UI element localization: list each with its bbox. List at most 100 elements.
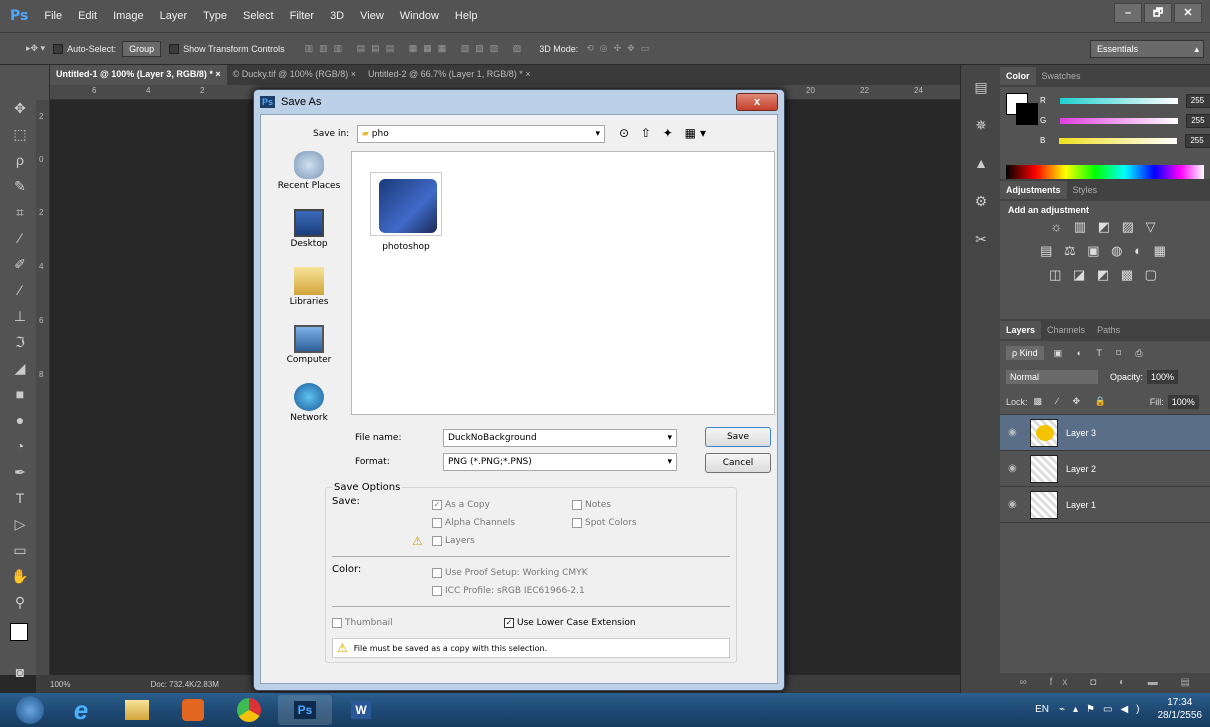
adjustment-icons-row-1[interactable]: ☼ ▥ ◩ ▨ ▽ [1008, 215, 1202, 239]
tab-paths[interactable]: Paths [1091, 321, 1126, 339]
3d-mode-icons[interactable]: ⟲◎✣✥▭ [586, 43, 655, 54]
icc-profile-checkbox[interactable]: ICC Profile: sRGB IEC61966-2.1 [432, 586, 585, 596]
clock[interactable]: 17:34 28/1/2556 [1158, 696, 1203, 722]
move-tool-icon[interactable]: ✥ [8, 97, 32, 119]
workspace-select[interactable]: Essentials ▴ [1090, 40, 1204, 58]
place-network[interactable]: Network [269, 383, 349, 441]
clone-stamp-icon[interactable]: ⊥ [8, 305, 32, 327]
rectangle-tool-icon[interactable]: ▭ [8, 539, 32, 561]
spot-colors-checkbox[interactable]: Spot Colors [572, 518, 637, 528]
file-name-input[interactable]: DuckNoBackground ▾ [443, 429, 677, 447]
menu-type[interactable]: Type [195, 10, 235, 22]
red-value[interactable]: 255 [1185, 93, 1210, 108]
close-button[interactable]: ✕ [1174, 3, 1202, 23]
tab-color[interactable]: Color [1000, 67, 1036, 85]
start-button[interactable] [8, 695, 52, 725]
pen-tool-icon[interactable]: ✒ [8, 461, 32, 483]
file-item[interactable]: photoshop [366, 172, 446, 252]
menu-image[interactable]: Image [105, 10, 152, 22]
blend-mode-select[interactable]: Normal [1006, 370, 1098, 384]
adjustment-icons-row-3[interactable]: ◫ ◪ ◩ ▩ ▢ [1008, 263, 1202, 287]
quick-mask-icon[interactable]: ◙ [8, 661, 32, 683]
crop-tool-icon[interactable]: ⌗ [8, 201, 32, 223]
place-libraries[interactable]: Libraries [269, 267, 349, 325]
menu-window[interactable]: Window [392, 10, 447, 22]
quick-select-icon[interactable]: ✎ [8, 175, 32, 197]
save-in-select[interactable]: ▰ pho ▾ [357, 125, 605, 143]
eraser-icon[interactable]: ◢ [8, 357, 32, 379]
tab-untitled-2[interactable]: Untitled-2 @ 66.7% (Layer 1, RGB/8) * × [362, 65, 536, 85]
green-slider[interactable] [1060, 117, 1179, 124]
format-select[interactable]: PNG (*.PNG;*.PNS) ▾ [443, 453, 677, 471]
blue-slider[interactable] [1059, 137, 1178, 144]
brush-tool-icon[interactable]: ∕ [8, 279, 32, 301]
file-explorer-icon[interactable] [110, 695, 164, 725]
menu-view[interactable]: View [352, 10, 392, 22]
tab-layers[interactable]: Layers [1000, 321, 1042, 339]
zoom-level[interactable]: 100% [50, 680, 70, 689]
menu-3d[interactable]: 3D [322, 10, 352, 22]
photoshop-taskbar-icon[interactable]: Ps [278, 695, 332, 725]
zoom-tool-icon[interactable]: ⚲ [8, 591, 32, 613]
word-taskbar-icon[interactable]: W [334, 695, 388, 725]
menu-file[interactable]: File [36, 10, 70, 22]
lasso-tool-icon[interactable]: ρ [8, 149, 32, 171]
hand-tool-icon[interactable]: ✋ [8, 565, 32, 587]
cancel-button[interactable]: Cancel [705, 453, 771, 473]
place-desktop[interactable]: Desktop [269, 209, 349, 267]
red-slider[interactable] [1059, 97, 1178, 104]
tab-untitled-1[interactable]: Untitled-1 @ 100% (Layer 3, RGB/8) * × [50, 65, 227, 85]
thumbnail-checkbox[interactable]: Thumbnail [332, 618, 393, 628]
tray-icons[interactable]: ⌁▴⚑▭◀) [1059, 704, 1147, 715]
show-transform-checkbox[interactable] [169, 43, 180, 54]
layers-checkbox[interactable]: Layers [432, 536, 475, 546]
path-select-icon[interactable]: ▷ [8, 513, 32, 535]
tools-presets-icon[interactable]: ✂ [969, 231, 993, 255]
alpha-channels-checkbox[interactable]: Alpha Channels [432, 518, 515, 528]
place-computer[interactable]: Computer [269, 325, 349, 383]
properties-icon[interactable]: ⚙ [969, 193, 993, 217]
dodge-tool-icon[interactable]: ◔ [8, 435, 32, 457]
marquee-tool-icon[interactable]: ⬚ [8, 123, 32, 145]
layer-name[interactable]: Layer 3 [1066, 428, 1096, 438]
layer-name[interactable]: Layer 2 [1066, 464, 1096, 474]
healing-brush-icon[interactable]: ✐ [8, 253, 32, 275]
foreground-color[interactable] [10, 623, 28, 641]
layer-actions[interactable]: ∞ fx ◘ ◐ ▬ ▤ 🗑 [1000, 673, 1210, 708]
internet-explorer-icon[interactable]: e [54, 695, 108, 725]
restore-button[interactable]: 🗗 [1144, 3, 1172, 23]
opacity-input[interactable]: 100% [1147, 370, 1179, 384]
menu-filter[interactable]: Filter [282, 10, 322, 22]
brush-presets-icon[interactable]: ✵ [969, 117, 993, 141]
as-copy-checkbox[interactable]: ✓ As a Copy [432, 500, 490, 510]
tab-swatches[interactable]: Swatches [1036, 67, 1087, 85]
menu-layer[interactable]: Layer [152, 10, 196, 22]
layer-row[interactable]: ◉ Layer 1 [1000, 487, 1210, 523]
filter-icons[interactable]: ▣ ◐ T ⌑ ⎙ [1054, 348, 1149, 359]
gradient-icon[interactable]: ■ [8, 383, 32, 405]
tab-ducky[interactable]: © Ducky.tif @ 100% (RGB/8) × [227, 65, 362, 85]
layer-name[interactable]: Layer 1 [1066, 500, 1096, 510]
align-icons[interactable]: ▥▥▥ ▤▤▤ ▦▦▦ ▧▧▧ ▨ [305, 43, 528, 54]
group-select[interactable]: Group [122, 40, 162, 57]
file-list[interactable]: photoshop [351, 151, 775, 415]
menu-select[interactable]: Select [235, 10, 282, 22]
menu-edit[interactable]: Edit [70, 10, 105, 22]
history-icon[interactable]: ▤ [969, 79, 993, 103]
move-tool-icon[interactable]: ▸✥ ▾ [26, 43, 45, 54]
proof-setup-checkbox[interactable]: Use Proof Setup: Working CMYK [432, 568, 588, 578]
fill-input[interactable]: 100% [1167, 394, 1199, 409]
eyedropper-icon[interactable]: ⁄ [8, 227, 32, 249]
save-button[interactable]: Save [705, 427, 771, 447]
eye-icon[interactable]: ◉ [1008, 499, 1022, 510]
media-player-icon[interactable] [166, 695, 220, 725]
eye-icon[interactable]: ◉ [1008, 463, 1022, 474]
tab-adjustments[interactable]: Adjustments [1000, 181, 1067, 199]
menu-help[interactable]: Help [447, 10, 486, 22]
layer-row[interactable]: ◉ Layer 3 [1000, 415, 1210, 451]
layer-row[interactable]: ◉ Layer 2 [1000, 451, 1210, 487]
eye-icon[interactable]: ◉ [1008, 427, 1022, 438]
histogram-icon[interactable]: ▲ [969, 155, 993, 179]
color-spectrum[interactable] [1006, 165, 1204, 179]
lock-icons[interactable]: ▩ ∕ ✥ 🔒 [1034, 396, 1112, 407]
